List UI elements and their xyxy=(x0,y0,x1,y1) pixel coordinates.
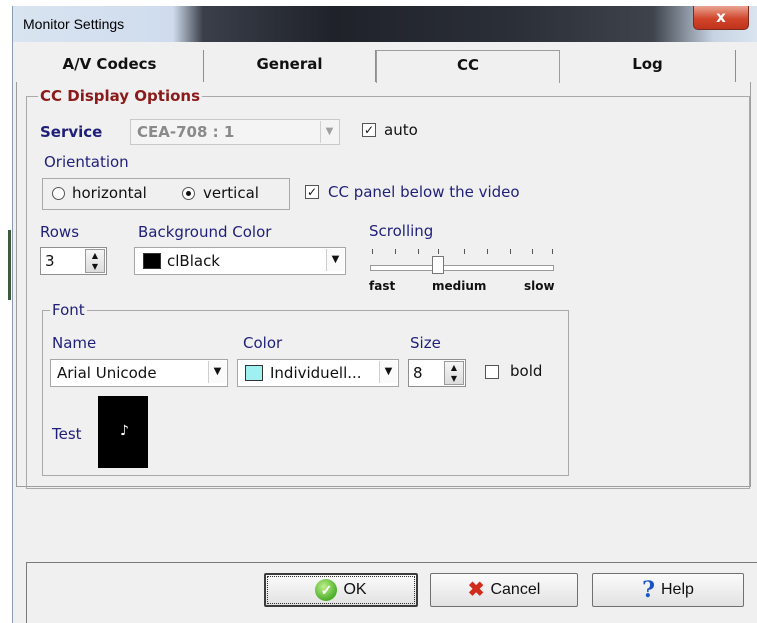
font-color-select[interactable]: Individuell... ▼ xyxy=(237,359,399,387)
question-icon: ? xyxy=(642,577,655,603)
horizontal-label: horizontal xyxy=(72,184,147,202)
font-size-label: Size xyxy=(410,334,441,352)
title-bar: Monitor Settings x xyxy=(13,6,757,42)
slider-tick xyxy=(487,249,488,254)
tab-general[interactable]: General xyxy=(204,50,376,82)
scrolling-slider-thumb[interactable] xyxy=(432,256,444,274)
font-size-value: 8 xyxy=(413,364,423,382)
scrolling-label: Scrolling xyxy=(369,222,434,240)
slider-tick xyxy=(418,249,419,254)
chevron-down-icon: ▼ xyxy=(320,121,338,143)
cc-panel-below-checkbox[interactable]: ✓ xyxy=(305,185,319,199)
cancel-button[interactable]: ✖ Cancel xyxy=(430,573,578,607)
auto-checkbox[interactable]: ✓ xyxy=(362,123,376,137)
music-note-icon: ♪ xyxy=(120,423,129,439)
bold-checkbox[interactable] xyxy=(485,365,499,379)
chevron-down-icon: ▼ xyxy=(379,361,397,383)
vertical-label: vertical xyxy=(203,184,259,202)
background-color-select[interactable]: clBlack ▼ xyxy=(134,247,346,275)
font-name-label: Name xyxy=(52,334,97,352)
tab-log[interactable]: Log xyxy=(560,50,736,82)
slider-tick xyxy=(395,249,396,254)
service-select[interactable]: CEA-708 : 1 ▼ xyxy=(130,119,340,145)
rows-spinner[interactable]: 3 ▲ ▼ xyxy=(40,247,107,275)
service-value: CEA-708 : 1 xyxy=(137,123,235,141)
font-group-title: Font xyxy=(50,301,87,319)
cc-panel-below-label: CC panel below the video xyxy=(328,183,520,201)
rows-value: 3 xyxy=(45,252,55,270)
bold-label: bold xyxy=(510,362,543,380)
spin-arrows-icon[interactable]: ▲ ▼ xyxy=(85,249,105,273)
tab-av-codecs[interactable]: A/V Codecs xyxy=(16,50,204,82)
ok-label: OK xyxy=(343,581,367,598)
scrolling-slider-track[interactable] xyxy=(370,265,554,271)
vertical-radio[interactable] xyxy=(182,187,195,200)
ok-button[interactable]: ✓ OK xyxy=(264,573,418,607)
chevron-down-icon: ▼ xyxy=(208,361,226,383)
cc-group-title: CC Display Options xyxy=(38,87,203,105)
slider-tick xyxy=(532,249,533,254)
font-color-value: Individuell... xyxy=(270,364,362,382)
background-color-value: clBlack xyxy=(167,252,220,270)
cancel-label: Cancel xyxy=(490,581,541,598)
checkmark-icon: ✓ xyxy=(315,579,338,601)
background-edge xyxy=(8,230,11,300)
horizontal-radio[interactable] xyxy=(52,187,65,200)
service-label: Service xyxy=(40,123,103,141)
background-color-label: Background Color xyxy=(138,223,272,241)
spin-arrows-icon[interactable]: ▲ ▼ xyxy=(444,361,464,385)
slider-tick xyxy=(464,249,465,254)
auto-label: auto xyxy=(384,121,418,139)
scroll-fast-label: fast xyxy=(369,279,396,293)
close-button[interactable]: x xyxy=(693,6,749,30)
font-size-spinner[interactable]: 8 ▲ ▼ xyxy=(408,359,466,387)
cross-icon: ✖ xyxy=(467,579,485,601)
slider-tick xyxy=(510,249,511,254)
slider-tick xyxy=(552,249,553,254)
slider-tick xyxy=(372,249,373,254)
tab-bar: A/V Codecs General CC Log xyxy=(16,50,741,83)
help-label: Help xyxy=(660,581,694,598)
rows-label: Rows xyxy=(40,223,80,241)
font-name-select[interactable]: Arial Unicode ▼ xyxy=(50,359,228,387)
close-icon: x xyxy=(716,8,726,26)
scroll-slow-label: slow xyxy=(524,279,555,293)
window-title: Monitor Settings xyxy=(23,16,125,32)
test-label: Test xyxy=(52,425,82,443)
slider-tick xyxy=(438,249,439,254)
help-button[interactable]: ? Help xyxy=(592,573,744,607)
color-swatch xyxy=(143,253,161,269)
font-name-value: Arial Unicode xyxy=(57,364,157,382)
tab-cc[interactable]: CC xyxy=(376,50,560,83)
chevron-down-icon: ▼ xyxy=(326,249,344,271)
color-swatch xyxy=(245,365,263,381)
orientation-label: Orientation xyxy=(44,153,129,171)
background-strip xyxy=(0,0,12,623)
scroll-medium-label: medium xyxy=(432,279,487,293)
font-color-label: Color xyxy=(243,334,283,352)
